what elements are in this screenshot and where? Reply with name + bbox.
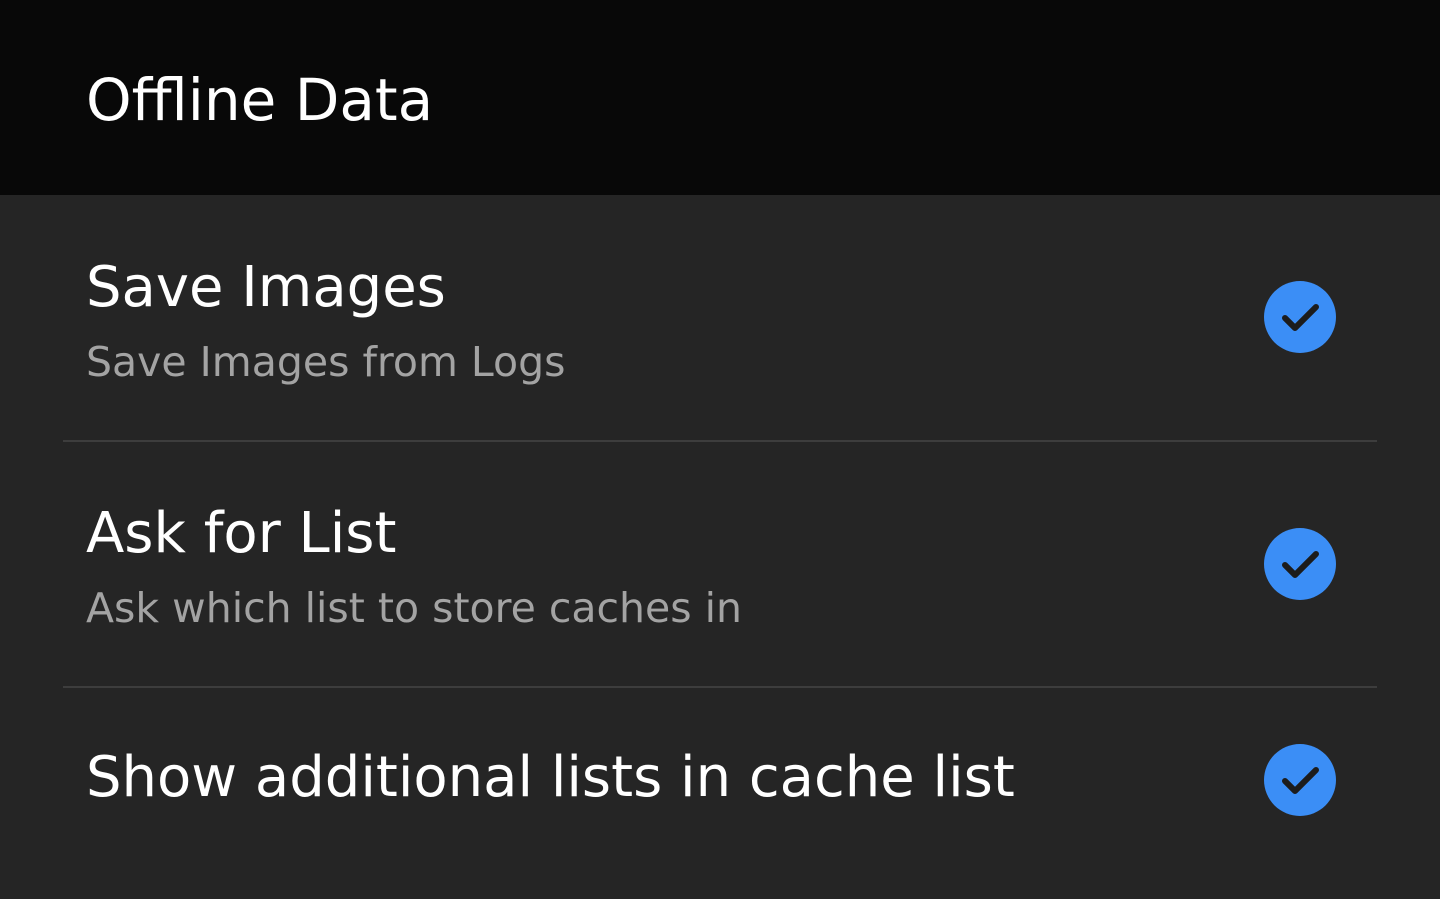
- check-icon: [1282, 767, 1319, 794]
- show-additional-lists-checkbox[interactable]: [1264, 744, 1336, 816]
- pref-ask-for-list[interactable]: Ask for List Ask which list to store cac…: [0, 442, 1440, 687]
- ask-for-list-checkbox[interactable]: [1264, 528, 1336, 600]
- pref-summary: Ask which list to store caches in: [86, 584, 743, 632]
- pref-title: Ask for List: [86, 501, 397, 566]
- app-bar: Offline Data: [0, 0, 1440, 195]
- pref-title: Show additional lists in cache list: [86, 745, 1015, 810]
- check-icon: [1282, 304, 1319, 331]
- pref-summary: Save Images from Logs: [86, 338, 566, 386]
- preference-list: Save Images Save Images from Logs Ask fo…: [0, 195, 1440, 899]
- pref-title: Save Images: [86, 255, 446, 320]
- page-title: Offline Data: [86, 66, 434, 134]
- pref-show-additional-lists[interactable]: Show additional lists in cache list: [0, 688, 1440, 899]
- check-icon: [1282, 551, 1319, 578]
- pref-save-images[interactable]: Save Images Save Images from Logs: [0, 195, 1440, 441]
- save-images-checkbox[interactable]: [1264, 281, 1336, 353]
